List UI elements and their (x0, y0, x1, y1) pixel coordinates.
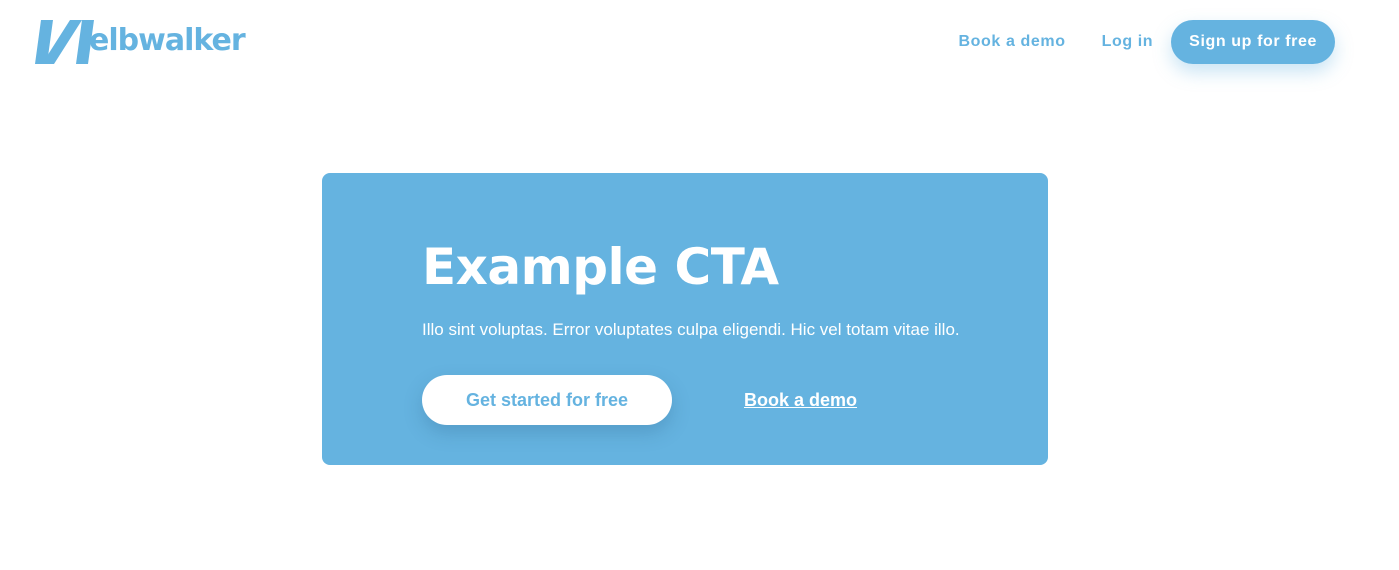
site-header: elbwalker Book a demo Log in Sign up for… (0, 0, 1399, 84)
cta-title: Example CTA (422, 238, 779, 296)
nav-book-demo-link[interactable]: Book a demo (959, 33, 1066, 51)
cta-book-demo-link[interactable]: Book a demo (744, 388, 857, 412)
elbwalker-logo-icon (35, 20, 94, 64)
cta-panel: Example CTA Illo sint voluptas. Error vo… (322, 173, 1048, 465)
get-started-button[interactable]: Get started for free (422, 375, 672, 425)
nav-login-link[interactable]: Log in (1102, 33, 1154, 51)
top-nav: Book a demo Log in Sign up for free (959, 20, 1335, 64)
logo-wordmark: elbwalker (89, 23, 246, 58)
signup-button[interactable]: Sign up for free (1171, 20, 1335, 64)
cta-description: Illo sint voluptas. Error voluptates cul… (422, 320, 960, 339)
logo-link[interactable]: elbwalker (35, 20, 246, 64)
